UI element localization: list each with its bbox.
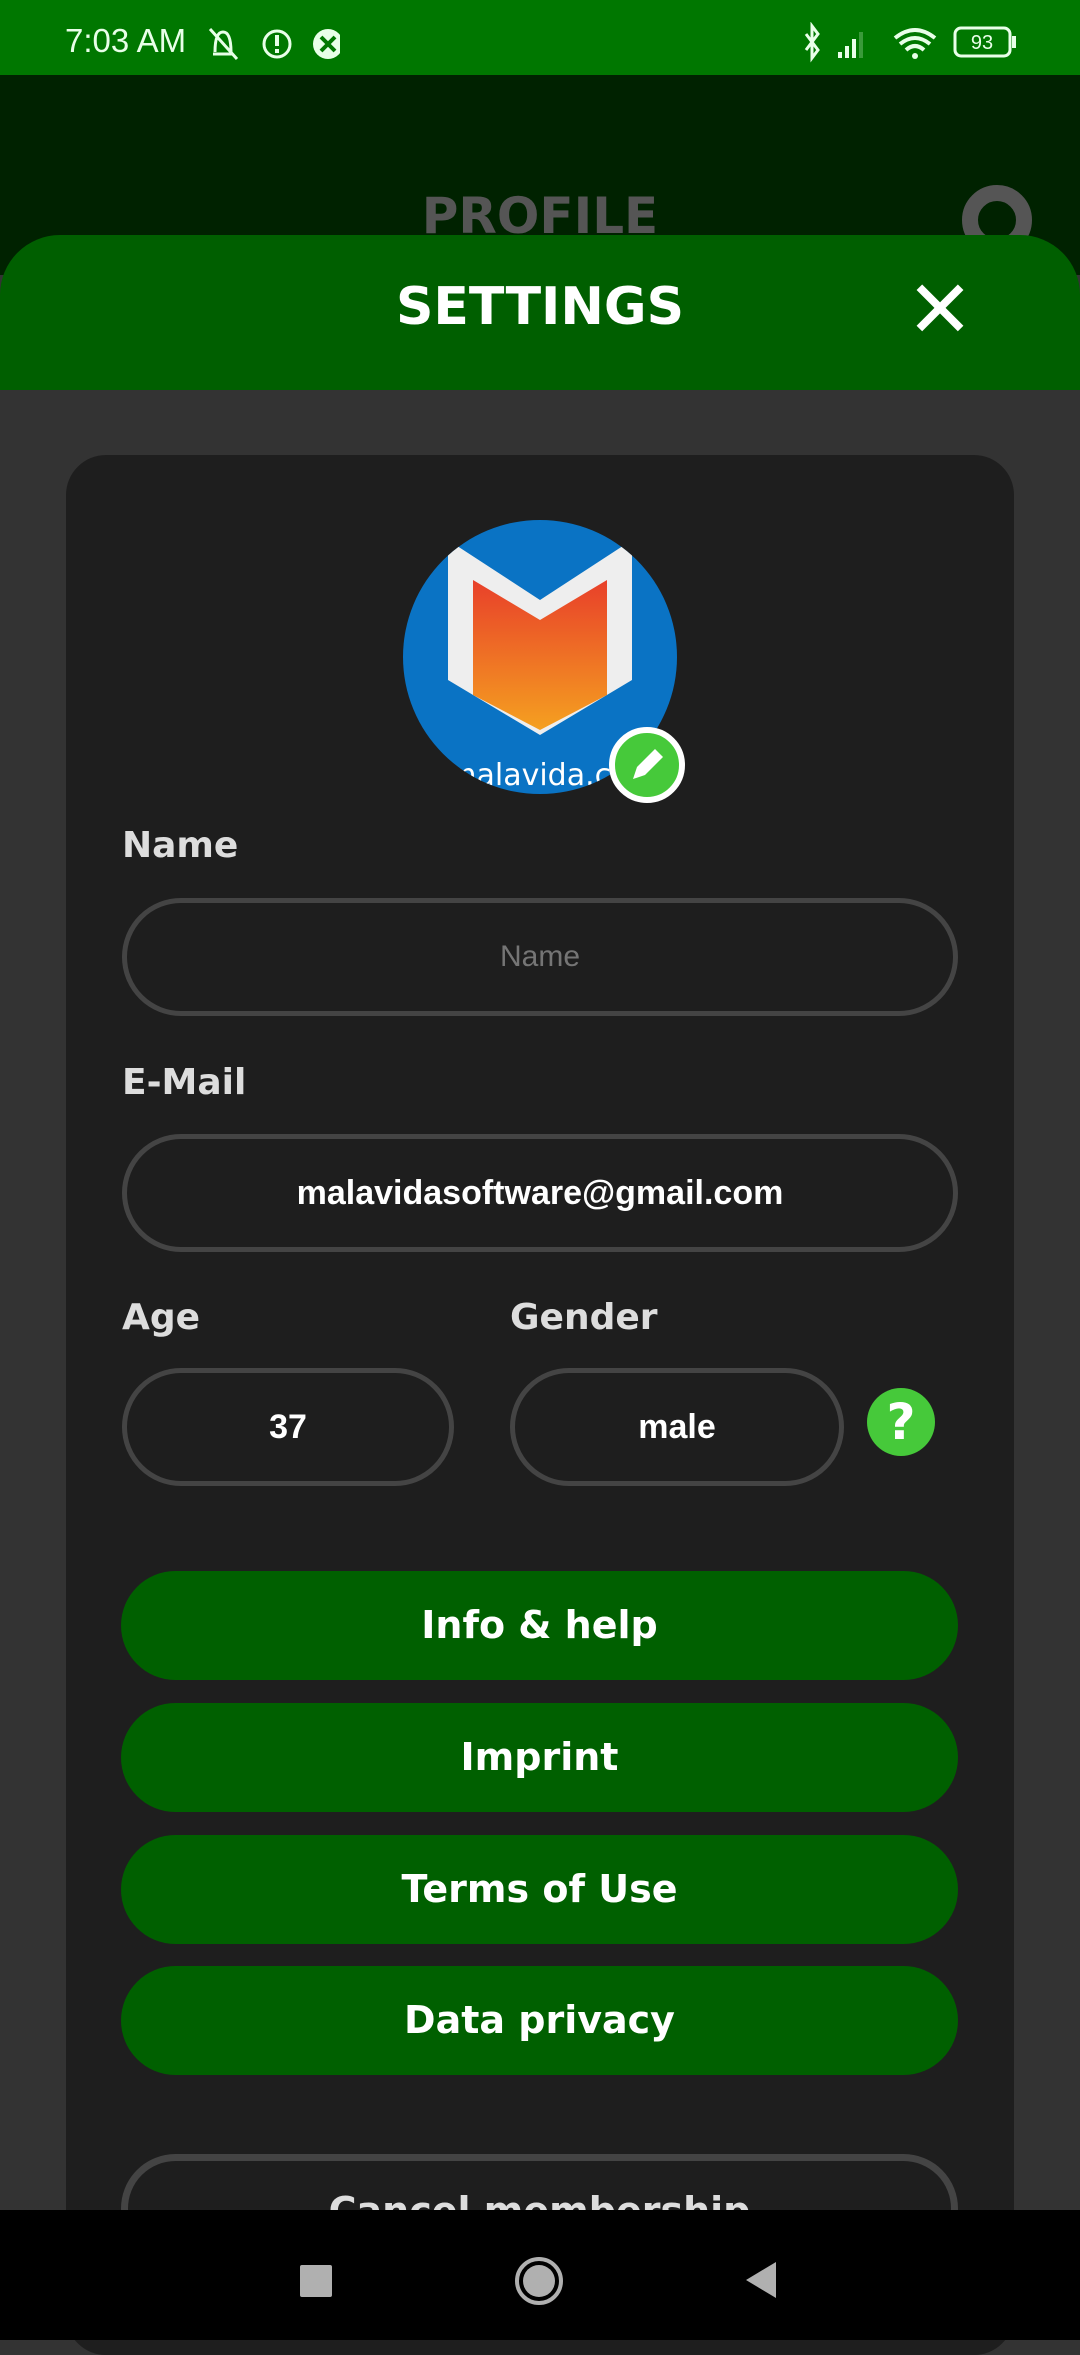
- status-time: 7:03 AM: [65, 22, 187, 59]
- email-input[interactable]: malavidasoftware@gmail.com: [122, 1134, 958, 1252]
- help-icon[interactable]: ?: [867, 1388, 935, 1456]
- status-bar: 7:03 AM 93: [0, 0, 1080, 75]
- name-input[interactable]: [122, 898, 958, 1016]
- home-icon[interactable]: [515, 2257, 563, 2305]
- close-icon[interactable]: ✕: [905, 270, 975, 350]
- recents-icon[interactable]: [300, 2265, 332, 2297]
- age-input[interactable]: 37: [122, 1368, 454, 1486]
- imprint-button[interactable]: Imprint: [121, 1703, 958, 1812]
- battery-level: 93: [971, 32, 993, 54]
- age-label: Age: [122, 1297, 201, 1338]
- terms-of-use-button[interactable]: Terms of Use: [121, 1835, 958, 1944]
- info-help-button[interactable]: Info & help: [121, 1571, 958, 1680]
- gender-select[interactable]: male: [510, 1368, 844, 1486]
- back-icon[interactable]: [742, 2260, 778, 2300]
- gender-label: Gender: [510, 1297, 658, 1338]
- name-label: Name: [122, 825, 239, 866]
- pencil-icon: [633, 749, 663, 779]
- edit-avatar-button[interactable]: [609, 727, 685, 803]
- system-status-icons: 93: [804, 22, 1016, 63]
- data-privacy-button[interactable]: Data privacy: [121, 1966, 958, 2075]
- navigation-bar: [0, 2210, 1080, 2340]
- email-label: E-Mail: [122, 1062, 247, 1103]
- notification-icons: [208, 27, 340, 61]
